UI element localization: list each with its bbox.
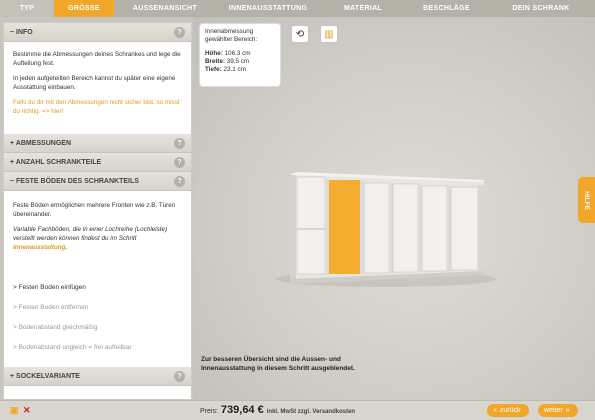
- boeden-text: Feste Böden ermöglichen mehrere Fronten …: [13, 202, 176, 218]
- section-boeden-header[interactable]: − FESTE BÖDEN DES SCHRANKTEILS ?: [4, 172, 191, 191]
- chevron-right-icon: »: [565, 407, 570, 414]
- step-label: BESCHLÄGE: [423, 5, 470, 12]
- section-title: − INFO: [10, 28, 33, 36]
- price-value: 739,64 €: [220, 404, 264, 416]
- step-label: GRÖSSE: [68, 5, 100, 12]
- height-value: 106.3 cm: [224, 50, 251, 57]
- help-icon[interactable]: ?: [174, 27, 185, 38]
- next-label: weiter: [544, 407, 563, 414]
- step-innenausstattung[interactable]: INNENAUSSTATTUNG: [216, 0, 321, 17]
- back-button[interactable]: «zurück: [487, 404, 529, 417]
- section-title: − FESTE BÖDEN DES SCHRANKTEILS: [10, 177, 139, 185]
- wardrobe-section-4[interactable]: [392, 183, 419, 273]
- boeden-note: Variable Fachböden, die in einer Lochrei…: [13, 225, 182, 252]
- step-label: DEIN SCHRANK: [512, 5, 570, 12]
- depth-label: Tiefe:: [205, 66, 222, 73]
- info-text: Bestimme die Abmessungen deines Schranke…: [13, 51, 181, 67]
- boeden-note-suffix: .: [65, 244, 68, 251]
- bottom-bar: ▣ ✕ Preis: 739,64 € inkl. MwSt zzgl. Ver…: [0, 400, 595, 420]
- help-icon[interactable]: ?: [174, 138, 185, 149]
- save-icon[interactable]: ▣: [10, 405, 19, 416]
- height-row: Höhe: 106.3 cm: [205, 50, 275, 58]
- hint-line: Innenausstattung in diesem Schritt ausge…: [201, 365, 355, 372]
- free-spacing-action: > Bodenabstand ungleich = frei aufteilba…: [13, 343, 132, 351]
- step-beschlaege[interactable]: BESCHLÄGE: [406, 0, 488, 17]
- wardrobe-section-5[interactable]: [421, 185, 448, 272]
- close-icon[interactable]: ✕: [23, 405, 31, 416]
- height-label: Höhe:: [205, 50, 223, 57]
- boeden-actions: > Festen Boden einfügen > Festen Boden e…: [4, 277, 191, 367]
- help-icon[interactable]: ?: [174, 157, 185, 168]
- section-info-header[interactable]: − INFO ?: [4, 23, 191, 42]
- wardrobe-right-side: [478, 185, 484, 272]
- configuration-panel: − INFO ? Bestimme die Abmessungen deines…: [3, 22, 192, 400]
- hint-line: Zur besseren Übersicht sind die Aussen- …: [201, 356, 341, 363]
- visibility-hint: Zur besseren Übersicht sind die Aussen- …: [201, 355, 355, 373]
- help-tab-label: HILFE: [583, 190, 590, 210]
- chevron-left-icon: «: [493, 407, 497, 414]
- reset-view-button[interactable]: ⟲: [291, 25, 309, 43]
- remove-shelf-action: > Festen Boden entfernen: [13, 303, 89, 311]
- innenausstattung-link[interactable]: Innenausstattung: [13, 244, 65, 251]
- section-abmessungen-header[interactable]: + ABMESSUNGEN ?: [4, 134, 191, 153]
- divider: [389, 183, 393, 273]
- step-material[interactable]: MATERIAL: [320, 0, 407, 17]
- wardrobe-section-2-selected[interactable]: [329, 180, 360, 274]
- step-label: TYP: [19, 5, 35, 12]
- divider: [325, 179, 329, 275]
- back-label: zurück: [499, 407, 521, 414]
- section-title: + ANZAHL SCHRANKTEILE: [10, 158, 102, 166]
- info-text: In jeden aufgeteilten Bereich kannst du …: [13, 75, 176, 91]
- divider: [447, 186, 451, 271]
- wardrobe-left-side: [290, 172, 296, 282]
- section-title: + SOCKELVARIANTE: [10, 372, 80, 380]
- price-label: Preis:: [200, 408, 218, 415]
- section-title: + ABMESSUNGEN: [10, 139, 72, 147]
- step-aussenansicht[interactable]: AUSSENANSICHT: [114, 0, 217, 17]
- depth-value: 23.1 cm: [223, 66, 246, 73]
- step-label: INNENAUSSTATTUNG: [228, 5, 308, 12]
- equal-spacing-action: > Bodenabstand gleichmäßig: [13, 323, 98, 331]
- step-dein-schrank[interactable]: DEIN SCHRANK: [487, 0, 595, 17]
- width-value: 39.5 cm: [226, 58, 250, 65]
- step-label: MATERIAL: [343, 5, 383, 12]
- wardrobe-section-3[interactable]: [363, 182, 390, 274]
- step-groesse[interactable]: GRÖSSE: [54, 0, 115, 17]
- divider: [418, 185, 422, 272]
- next-button[interactable]: weiter»: [538, 404, 578, 417]
- section-anzahl-header[interactable]: + ANZAHL SCHRANKTEILE ?: [4, 153, 191, 172]
- measure-help-link[interactable]: Falls du dir mit den Abmessungen nicht s…: [13, 98, 182, 116]
- width-row: Breite: 39.5 cm: [205, 58, 275, 66]
- reset-view-icon: ⟲: [295, 28, 305, 40]
- info-subtitle: gewählter Bereich:: [205, 36, 258, 43]
- section-info-body: Bestimme die Abmessungen deines Schranke…: [4, 42, 191, 134]
- help-tab[interactable]: HILFE: [578, 177, 595, 223]
- layout-icon: ▥: [324, 28, 334, 40]
- dimension-info-box: Innenabmessung gewählter Bereich: Höhe: …: [199, 23, 281, 87]
- boeden-note-text: Variable Fachböden, die in einer Lochrei…: [13, 226, 168, 242]
- price-note: inkl. MwSt zzgl. Versandkosten: [266, 409, 356, 415]
- help-icon[interactable]: ?: [174, 371, 185, 382]
- wardrobe-section-6[interactable]: [450, 186, 479, 271]
- section-sockel-header[interactable]: + SOCKELVARIANTE ?: [4, 367, 191, 386]
- depth-row: Tiefe: 23.1 cm: [205, 66, 275, 74]
- divider: [360, 180, 364, 274]
- add-shelf-action[interactable]: > Festen Boden einfügen: [13, 277, 182, 297]
- layout-view-button[interactable]: ▥: [320, 25, 338, 43]
- step-label: AUSSENANSICHT: [132, 5, 198, 12]
- step-typ[interactable]: TYP: [0, 0, 55, 17]
- info-title: Innenabmessung: [205, 28, 254, 35]
- price-display: Preis: 739,64 € inkl. MwSt zzgl. Versand…: [200, 404, 355, 416]
- section-boeden-body: Feste Böden ermöglichen mehrere Fronten …: [4, 191, 191, 277]
- help-icon[interactable]: ?: [174, 176, 185, 187]
- wardrobe-section-1[interactable]: [296, 176, 326, 275]
- width-label: Breite:: [205, 58, 225, 65]
- step-navigation: TYP GRÖSSE AUSSENANSICHT INNENAUSSTATTUN…: [0, 0, 595, 17]
